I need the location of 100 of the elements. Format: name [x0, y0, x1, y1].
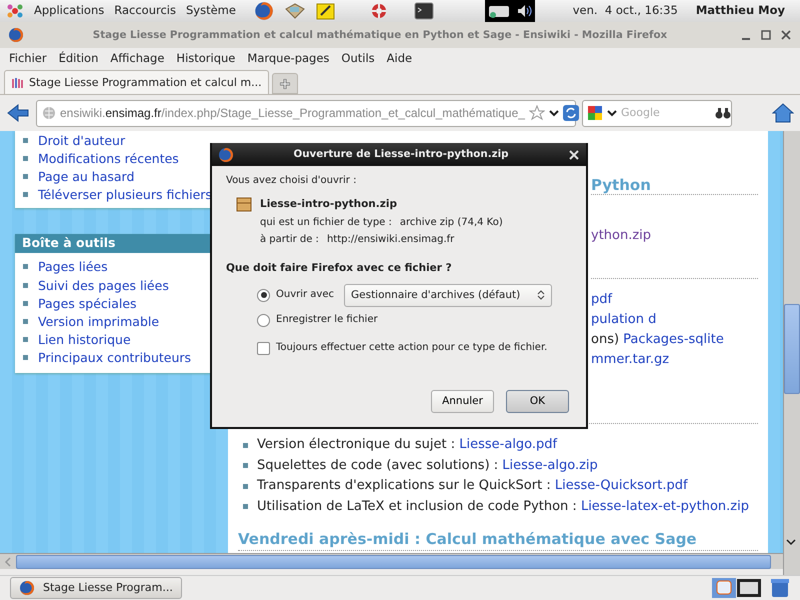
panel-menu[interactable]: Raccourcis [114, 4, 176, 18]
firefox-icon [218, 146, 234, 162]
lifebuoy-icon[interactable] [370, 2, 388, 20]
page-link[interactable]: Liesse-latex-et-python.zip [580, 498, 749, 514]
user-name[interactable]: Matthieu Moy [696, 4, 785, 18]
page-link[interactable]: Liesse-Quicksort.pdf [554, 478, 688, 494]
bullet-icon [23, 174, 28, 179]
scrollbar-thumb[interactable] [784, 304, 800, 394]
globe-icon [42, 106, 56, 120]
search-input[interactable]: Google [621, 106, 711, 120]
panel-menu[interactable]: Applications [34, 4, 104, 18]
firefox-icon[interactable] [254, 1, 274, 21]
horizontal-scrollbar[interactable] [0, 553, 783, 569]
section-heading: Python [591, 175, 758, 195]
bullet-icon [23, 264, 28, 270]
radio-button[interactable] [257, 314, 270, 327]
sidebar-link[interactable]: Principaux contributeurs [38, 350, 192, 366]
field-label: qui est un fichier de type : [260, 217, 392, 229]
checkbox[interactable] [257, 342, 270, 355]
field-value: archive zip (74,4 Ko) [400, 217, 503, 229]
browser-tab[interactable]: Stage Liesse Programmation et calcul m... [4, 70, 269, 94]
panel-menu[interactable]: Système [186, 4, 236, 18]
page-link[interactable]: Packages-sqlite [623, 332, 724, 347]
window-title: Stage Liesse Programmation et calcul mathématique en Python et Sage - Ensiwiki - Mozilla Firefox [92, 28, 668, 42]
section-heading: Vendredi après-midi : Calcul mathématique avec Sage [238, 529, 758, 551]
firefox-icon [8, 27, 24, 43]
sidebar-link[interactable]: Version imprimable [38, 314, 160, 329]
bullet-icon [23, 282, 28, 288]
volume-icon[interactable] [516, 3, 532, 19]
bullet-icon [23, 300, 28, 306]
sidebar-link[interactable]: Suivi des pages liées [38, 278, 169, 293]
bullet-icon [243, 484, 248, 489]
page-link[interactable]: Liesse-algo.pdf [459, 437, 558, 452]
page-link[interactable]: pulation d [591, 312, 656, 327]
google-icon [587, 105, 603, 121]
sidebar-link[interactable]: Page au hasard [38, 168, 134, 184]
dialog-text: Vous avez choisi d'ouvrir : [226, 175, 358, 187]
sidebar-link[interactable]: Droit d'auteur [38, 132, 126, 148]
list-text: Transparents d'explications sur le QuickSort : [257, 478, 552, 494]
notepad-icon[interactable] [316, 2, 336, 20]
taskbar-button[interactable]: Stage Liesse Program... [10, 577, 182, 599]
scrollbar-thumb[interactable] [16, 554, 771, 568]
vertical-scrollbar[interactable] [783, 131, 800, 575]
menu-item[interactable]: Édition [52, 52, 104, 66]
dialog-question: Que doit faire Firefox avec ce fichier ? [226, 262, 453, 275]
bullet-icon [23, 337, 28, 342]
radio-button[interactable] [257, 288, 270, 302]
bullet-icon [23, 138, 28, 143]
updown-icon [537, 289, 545, 302]
menu-item[interactable]: Aide [380, 52, 418, 66]
workspace-icon[interactable] [736, 578, 762, 598]
list-text: Utilisation de LaTeX et inclusion de code Python : [257, 498, 578, 514]
maximize-icon[interactable] [760, 29, 772, 41]
new-tab-button[interactable] [272, 73, 298, 94]
list-text: Version électronique du sujet : [257, 437, 456, 452]
checkbox-label[interactable]: Toujours effectuer cette action pour ce type de fichier. [276, 342, 548, 354]
bullet-icon [23, 355, 28, 360]
page-link[interactable]: pdf [591, 292, 612, 307]
dialog-button[interactable]: Annuler [431, 390, 494, 413]
back-icon[interactable] [6, 103, 30, 123]
field-label: à partir de : [260, 234, 319, 246]
sidebar-link[interactable]: Pages spéciales [38, 296, 137, 311]
star-icon[interactable] [528, 105, 545, 121]
page-link[interactable]: Liesse-algo.zip [502, 458, 598, 473]
page-link[interactable]: mmer.tar.gz [591, 352, 670, 367]
reload-icon[interactable] [562, 105, 579, 121]
page-text: ons) [591, 332, 620, 347]
clock[interactable]: ven. 4 oct., 16:35 [572, 4, 678, 18]
dropdown-icon[interactable] [548, 108, 559, 118]
binoculars-icon[interactable] [715, 106, 731, 120]
sidebar-link[interactable]: Téléverser plusieurs fichiers [38, 187, 212, 202]
page-link[interactable]: ython.zip [591, 228, 652, 243]
field-value: http://ensiwiki.ensimag.fr [326, 234, 454, 246]
menu-item[interactable]: Affichage [104, 52, 170, 66]
address-field[interactable]: ensiwiki.ensimag.fr/index.php/Stage_Liesse_Programmation_et_calcul_mathématique_ [36, 100, 576, 126]
sidebar-link[interactable]: Lien historique [38, 332, 131, 348]
menu-item[interactable]: Historique [170, 52, 242, 66]
option-label[interactable]: Enregistrer le fichier [276, 314, 378, 326]
list-text: Squelettes de code (avec solutions) : [257, 458, 500, 473]
dialog-button[interactable]: OK [506, 390, 569, 413]
close-icon[interactable] [780, 29, 792, 41]
sidebar-link[interactable]: Modifications récentes [38, 150, 179, 166]
sidebar-link[interactable]: Pages liées [38, 259, 108, 274]
menu-item[interactable]: Marque-pages [241, 52, 336, 66]
home-icon[interactable] [772, 103, 794, 123]
terminal-icon[interactable] [414, 2, 434, 20]
firefox-icon [19, 580, 35, 596]
file-name: Liesse-intro-python.zip [260, 198, 397, 210]
app-select[interactable]: Gestionnaire d'archives (défaut) [344, 284, 552, 307]
archive-icon [236, 196, 252, 212]
search-field[interactable]: Google [582, 100, 732, 126]
plus-icon [278, 78, 291, 90]
option-label[interactable]: Ouvrir avec [276, 289, 338, 302]
trash-icon[interactable] [770, 578, 790, 598]
dialog-title: Ouverture de Liesse-intro-python.zip [292, 148, 510, 161]
dropdown-icon[interactable] [607, 108, 617, 118]
menu-item[interactable]: Outils [335, 52, 381, 66]
menu-item[interactable]: Fichier [3, 52, 53, 66]
bullet-icon [243, 442, 248, 448]
bullet-icon [23, 192, 28, 198]
